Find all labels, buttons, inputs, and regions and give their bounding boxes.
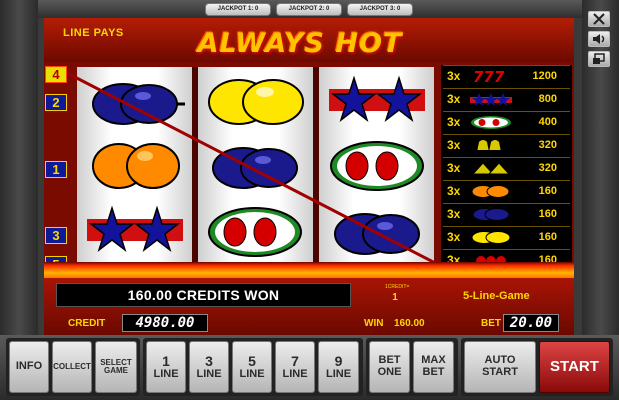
paytable-value: 800 [538, 93, 557, 105]
line-button-word: LINE [282, 367, 308, 380]
line-button-word: LINE [325, 367, 352, 380]
paytable-row: 3x 160 [443, 203, 570, 224]
plum-icon [92, 83, 185, 125]
info-button-label: INFO [15, 360, 43, 373]
lemon-icon [471, 230, 511, 244]
line-5-button[interactable]: 5 LINE [232, 341, 272, 393]
jackpot-1-display: JACKPOT 1: 0 [205, 3, 271, 16]
plum-icon [334, 213, 420, 255]
paytable-multiplier: 3x [447, 207, 461, 221]
paytable-value: 160 [538, 231, 557, 243]
paytable-value: 160 [538, 208, 557, 220]
sound-button[interactable] [588, 31, 610, 47]
game-title: ALWAYS HOT [197, 28, 403, 59]
line-marker-2: 2 [45, 94, 67, 111]
paytable-multiplier: 3x [447, 92, 461, 106]
window-icon [593, 53, 605, 64]
seven-icon: 777 [473, 69, 505, 84]
select-game-label-2: GAME [104, 366, 128, 375]
start-button-label: START [550, 358, 599, 376]
bet-label: BET [481, 318, 501, 329]
paytable-row: 3x 400 [443, 111, 570, 132]
star-icon [470, 92, 512, 106]
paytable-value: 1200 [532, 70, 557, 82]
orange-icon [92, 143, 180, 189]
line-button-word: LINE [196, 367, 222, 380]
line-button-word: LINE [239, 367, 265, 380]
melon-icon [471, 115, 511, 129]
jackpot-2-display: JACKPOT 2: 0 [276, 3, 342, 16]
win-label: WIN [364, 318, 384, 329]
game-mode-label: 5-Line-Game [463, 290, 530, 302]
melon-icon [330, 141, 424, 191]
lemon-icon [208, 79, 304, 125]
paytable-value: 160 [538, 185, 557, 197]
bet-one-label-2: ONE [377, 366, 402, 378]
bet-display: 20.00 [503, 314, 559, 332]
start-button[interactable]: START [539, 341, 610, 393]
max-bet-label-2: BET [422, 366, 445, 378]
credits-won-display: 160.00 CREDITS WON [56, 283, 351, 307]
grape-icon [471, 161, 511, 174]
paytable-multiplier: 3x [447, 115, 461, 129]
auto-start-button[interactable]: AUTO START [464, 341, 536, 393]
line-9-button[interactable]: 9 LINE [318, 341, 359, 393]
paytable-multiplier: 3x [447, 184, 461, 198]
line-1-button[interactable]: 1 LINE [146, 341, 186, 393]
collect-button-label: COLLECT [53, 361, 91, 371]
line-marker-3: 3 [45, 227, 67, 244]
left-side-panel [0, 0, 38, 335]
paytable-multiplier: 3x [447, 161, 461, 175]
paytable-row: 3x 320 [443, 157, 570, 178]
star-icon [329, 75, 425, 123]
paytable-multiplier: 3x [447, 230, 461, 244]
bet-one-button[interactable]: BET ONE [369, 341, 410, 393]
credit-denomination-value: 1 [392, 292, 398, 303]
paytable-multiplier: 3x [447, 138, 461, 152]
line-marker-4: 4 [45, 66, 67, 83]
win-value: 160.00 [394, 318, 425, 329]
line-3-button[interactable]: 3 LINE [189, 341, 229, 393]
credit-display: 4980.00 [122, 314, 208, 332]
line-button-number: 1 [162, 352, 170, 369]
close-button[interactable] [588, 11, 610, 27]
jackpot-3-display: JACKPOT 3: 0 [347, 3, 413, 16]
paytable-row: 3x 800 [443, 88, 570, 109]
max-bet-button[interactable]: MAX BET [413, 341, 454, 393]
collect-button[interactable]: COLLECT [52, 341, 92, 393]
close-icon [593, 13, 605, 25]
plum-icon [472, 207, 510, 221]
line-button-word: LINE [153, 367, 179, 380]
speaker-icon [593, 34, 605, 44]
svg-text:777: 777 [473, 69, 505, 84]
line-7-button[interactable]: 7 LINE [275, 341, 315, 393]
auto-start-label-2: START [482, 366, 518, 378]
line-button-number: 7 [291, 352, 299, 369]
paytable-row: 3x 320 [443, 134, 570, 155]
select-game-button[interactable]: SELECT GAME [95, 341, 137, 393]
melon-icon [208, 207, 302, 257]
paytable-multiplier: 3x [447, 69, 461, 83]
bell-icon [475, 139, 503, 152]
line-pays-label: LINE PAYS [63, 27, 124, 39]
credit-label: CREDIT [68, 318, 106, 329]
credit-denomination-label: 1CREDIT= [385, 284, 410, 290]
star-icon [87, 205, 183, 253]
line-button-number: 9 [334, 352, 343, 369]
orange-icon [471, 184, 510, 198]
plum-icon [212, 147, 298, 189]
line-marker-1: 1 [45, 161, 67, 178]
window-button[interactable] [588, 51, 610, 67]
paytable-row: 3x 777 1200 [443, 65, 570, 86]
paytable-value: 400 [538, 116, 557, 128]
line-button-number: 5 [248, 352, 256, 369]
info-button[interactable]: INFO [9, 341, 49, 393]
paytable-value: 320 [538, 139, 557, 151]
line-button-number: 3 [205, 352, 213, 369]
paytable-row: 3x 160 [443, 180, 570, 201]
paytable-row: 3x 160 [443, 226, 570, 247]
paytable-value: 320 [538, 162, 557, 174]
